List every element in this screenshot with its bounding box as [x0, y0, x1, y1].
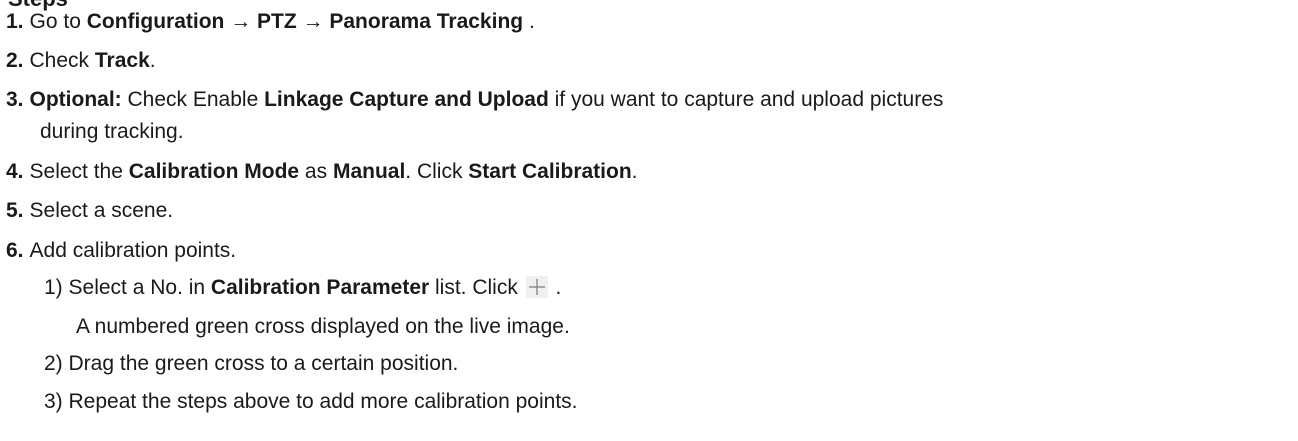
substep-1-note: A numbered green cross displayed on the …	[76, 315, 570, 338]
step-text: Check Enable	[121, 88, 265, 111]
document-page: Steps 1.Go to Configuration → PTZ → Pano…	[0, 0, 1298, 441]
step-text: . Click	[405, 160, 469, 183]
ui-term: Track	[94, 49, 150, 72]
step-number: 6.	[6, 239, 24, 262]
ui-term: Calibration Mode	[128, 160, 300, 183]
step-2: 2. Check Track.	[6, 47, 156, 74]
step-text: .	[149, 49, 156, 72]
step-text: as	[299, 160, 333, 183]
step-4: 4. Select the Calibration Mode as Manual.…	[6, 158, 638, 185]
substep-2: 2) Drag the green cross to a certain pos…	[44, 350, 458, 377]
ui-term: Start Calibration	[468, 160, 632, 183]
step-text: Check	[29, 49, 95, 72]
step-number: 1.	[6, 10, 24, 33]
substep-3: 3) Repeat the steps above to add more ca…	[44, 388, 578, 415]
step-6: 6. Add calibration points.	[6, 237, 236, 264]
ui-term: Linkage Capture and Upload	[264, 88, 549, 111]
menu-path: Configuration → PTZ → Panorama Tracking	[86, 10, 524, 33]
plus-icon	[525, 276, 548, 298]
ui-term: Manual	[332, 160, 406, 183]
step-3: 3. Optional: Check Enable Linkage Capture…	[6, 86, 943, 113]
step-text: if you want to capture and upload pictur…	[548, 88, 944, 111]
substep-text: 1) Select a No. in	[44, 276, 211, 299]
step-text: Select the	[29, 160, 129, 183]
step-number: 4.	[6, 160, 24, 183]
step-text: .	[631, 160, 638, 183]
step-number: 2.	[6, 49, 24, 72]
substep-text: 2) Drag the green cross to a certain pos…	[44, 352, 459, 375]
step-text: Select a scene.	[29, 199, 174, 222]
step-number: 5.	[6, 199, 24, 222]
step-1: 1. Go to Configuration → PTZ → Panorama T…	[6, 8, 535, 35]
step-text: Add calibration points.	[29, 239, 237, 262]
step-number: 3.	[6, 88, 24, 111]
ui-term: Calibration Parameter	[210, 276, 430, 299]
substep-text: list. Click	[429, 276, 524, 299]
step-5: 5. Select a scene.	[6, 197, 173, 224]
optional-label: Optional:	[29, 88, 122, 111]
step-text: .	[523, 10, 535, 33]
substep-1: 1) Select a No. in Calibration Parameter…	[44, 274, 561, 301]
step-text: Go to	[29, 10, 87, 33]
substep-text: 3) Repeat the steps above to add more ca…	[44, 390, 578, 413]
substep-text: .	[549, 276, 562, 299]
step-3-continuation: during tracking.	[40, 120, 184, 143]
